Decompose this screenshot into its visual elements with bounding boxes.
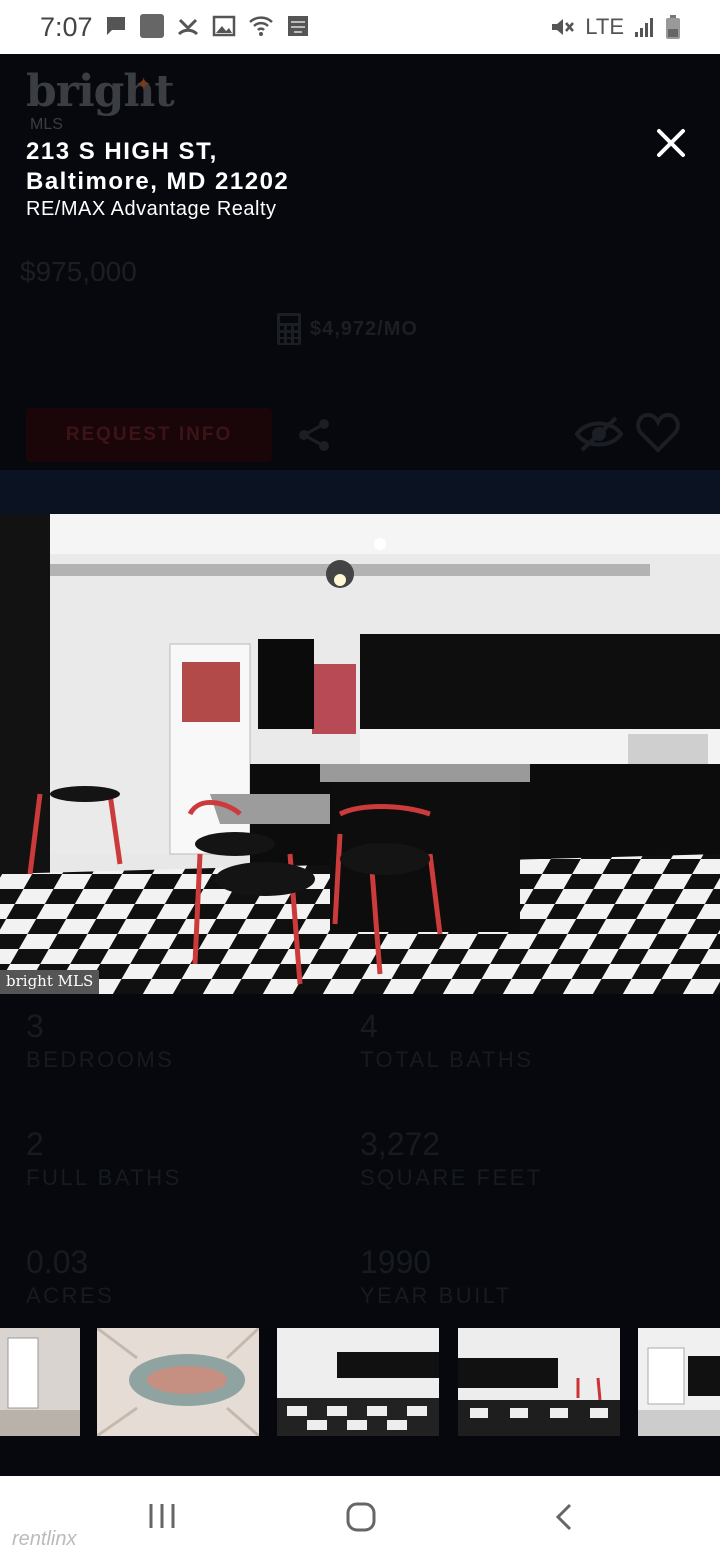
thumbnail-3[interactable] bbox=[277, 1328, 439, 1436]
missed-call-icon bbox=[177, 18, 199, 36]
stat-year-built: 1990 YEAR BUILT bbox=[360, 1244, 512, 1308]
signal-icon bbox=[635, 18, 653, 37]
listing-photo[interactable]: bright MLS bbox=[0, 514, 720, 994]
listing-overlay: bright ✦ MLS 213 S HIGH ST, Baltimore, M… bbox=[0, 54, 720, 1476]
kitchen-photo bbox=[0, 514, 720, 994]
gallery-icon bbox=[212, 15, 236, 37]
back-icon[interactable] bbox=[552, 1502, 576, 1532]
status-bar: 7:07 LTE bbox=[0, 0, 720, 54]
listing-price: $975,000 bbox=[20, 256, 137, 287]
stat-full-baths: 2 FULL BATHS bbox=[26, 1126, 182, 1190]
rentlinx-watermark: rentlinx bbox=[12, 1528, 77, 1550]
share-icon[interactable] bbox=[298, 418, 332, 452]
stat-bedrooms: 3 BEDROOMS bbox=[26, 1008, 175, 1072]
address-line-2: Baltimore, MD 21202 bbox=[26, 168, 290, 195]
wifi-icon bbox=[249, 16, 273, 36]
recent-apps-icon[interactable] bbox=[148, 1502, 176, 1530]
thumbnail-5[interactable] bbox=[638, 1328, 720, 1436]
address-line-1: 213 S HIGH ST, bbox=[26, 138, 218, 165]
close-icon[interactable] bbox=[654, 126, 688, 160]
thumbnail-2[interactable] bbox=[97, 1328, 259, 1436]
tab-band bbox=[0, 470, 720, 514]
mute-icon bbox=[552, 19, 575, 35]
stat-acres: 0.03 ACRES bbox=[26, 1244, 115, 1308]
favorite-heart-icon[interactable] bbox=[636, 412, 680, 454]
status-time: 7:07 bbox=[40, 12, 93, 42]
request-info-button[interactable]: REQUEST INFO bbox=[26, 408, 272, 462]
network-type: LTE bbox=[585, 14, 624, 39]
thumbnail-1[interactable] bbox=[0, 1328, 80, 1436]
broker-name: RE/MAX Advantage Realty bbox=[26, 198, 277, 220]
stat-total-baths: 4 TOTAL BATHS bbox=[360, 1008, 534, 1072]
battery-icon bbox=[666, 15, 680, 39]
system-nav-bar: rentlinx bbox=[0, 1476, 720, 1560]
app-icon bbox=[288, 16, 308, 36]
message-icon bbox=[107, 17, 125, 35]
mortgage-estimate[interactable]: $4,972/MO bbox=[276, 312, 418, 346]
bright-mls-logo: bright ✦ MLS bbox=[26, 66, 175, 133]
photo-thumbnail-strip[interactable] bbox=[0, 1328, 720, 1436]
home-icon[interactable] bbox=[346, 1502, 376, 1532]
stat-square-feet: 3,272 SQUARE FEET bbox=[360, 1126, 543, 1190]
photo-watermark: bright MLS bbox=[0, 970, 100, 994]
monthly-payment: $4,972/MO bbox=[310, 317, 418, 340]
thumbnail-4[interactable] bbox=[458, 1328, 620, 1436]
star-icon: ✦ bbox=[136, 74, 152, 94]
calculator-icon bbox=[277, 313, 301, 345]
notification-icon bbox=[140, 14, 164, 38]
hide-listing-icon[interactable] bbox=[574, 414, 624, 454]
